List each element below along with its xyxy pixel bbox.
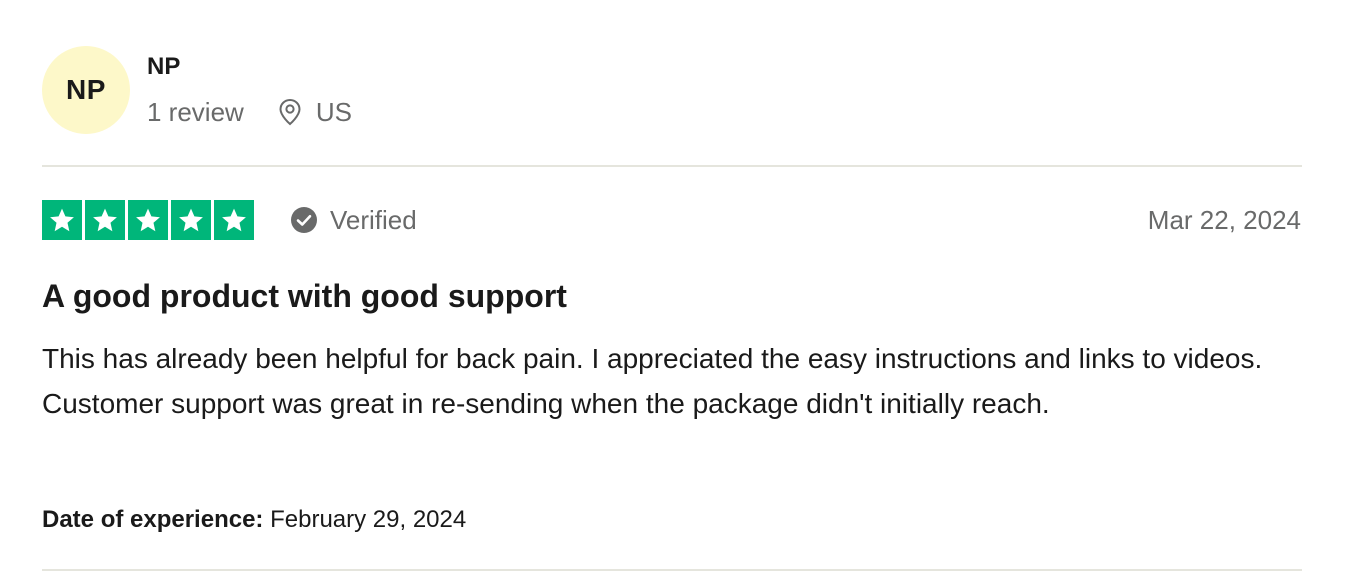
check-circle-icon [290,206,318,234]
verified-label: Verified [330,204,417,235]
map-pin-icon [278,98,302,126]
experience-date: February 29, 2024 [270,506,467,533]
star-icon [128,200,168,240]
review-date: Mar 22, 2024 [1147,204,1301,235]
reviewer-location: US [278,97,352,128]
divider [42,165,1302,167]
star-icon [42,200,82,240]
star-rating [42,200,254,240]
verified-badge[interactable]: Verified [290,202,417,238]
avatar[interactable]: NP [42,46,130,134]
divider [42,569,1302,571]
location-label: US [315,96,352,127]
reviewer-meta: 1 review US [147,96,352,128]
reviewer-name[interactable]: NP [147,52,180,82]
review-body: This has already been helpful for back p… [42,343,1263,419]
review-title[interactable]: A good product with good support [42,276,567,316]
star-icon [171,200,211,240]
review-count: 1 review [147,96,244,127]
star-icon [214,200,254,240]
star-icon [85,200,125,240]
experience-label: Date of experience: [42,506,264,533]
date-of-experience: Date of experience: February 29, 2024 [42,504,466,536]
